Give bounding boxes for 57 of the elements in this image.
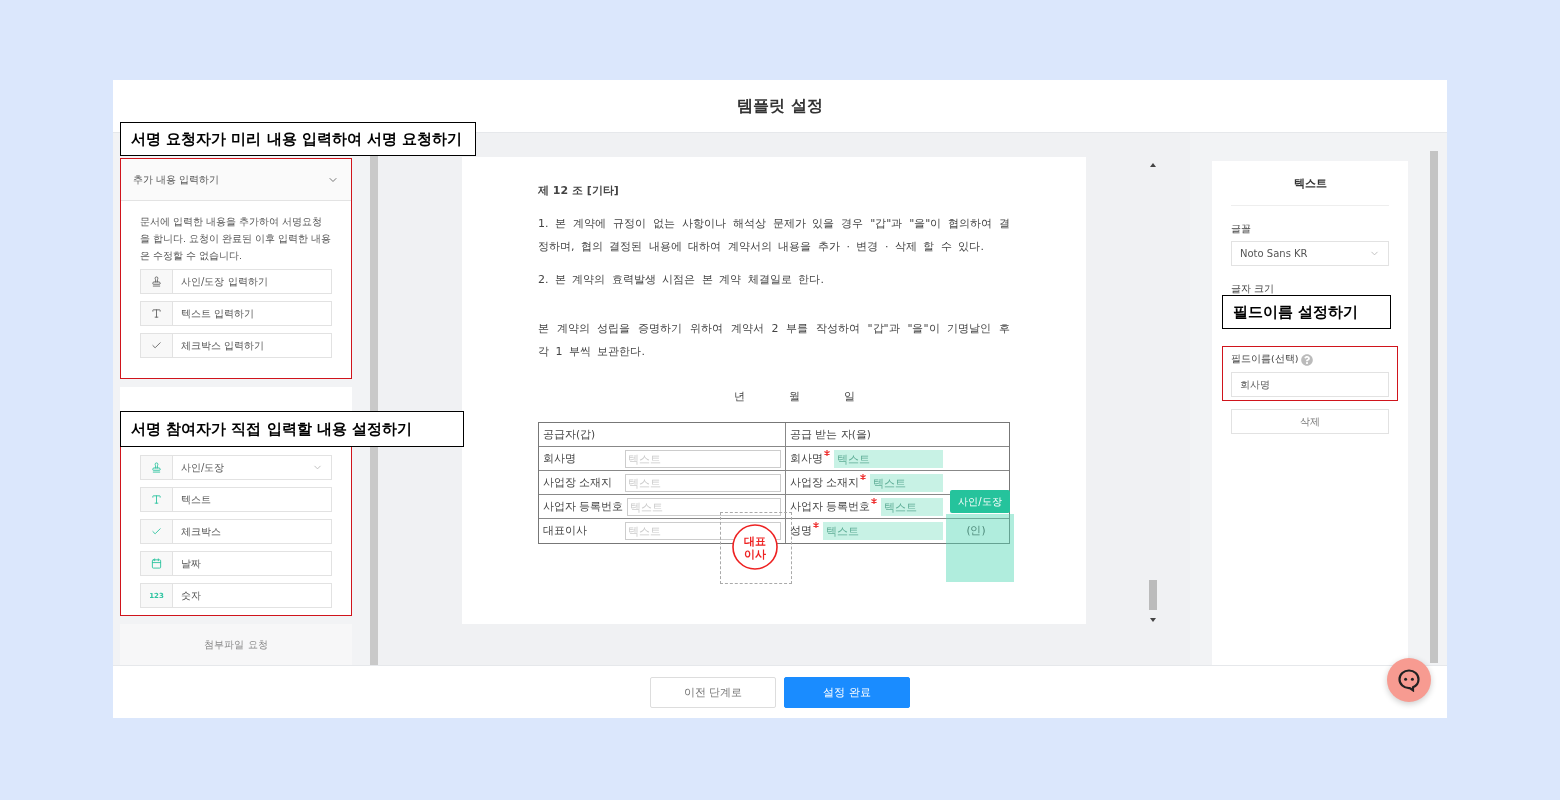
add-field-button[interactable]: 텍스트 입력하기 xyxy=(140,301,332,326)
chat-icon xyxy=(1397,668,1421,692)
add-field-button[interactable]: 사인/도장 입력하기 xyxy=(140,269,332,294)
row-label: 사업자 등록번호 xyxy=(543,499,624,514)
column-header: 공급 받는 자(을) xyxy=(790,427,871,442)
contract-paragraph: 2. 본 계약의 효력발생 시점은 본 계약 체결일로 한다. xyxy=(538,272,825,288)
attachment-panel[interactable]: 첨부파일 요청 xyxy=(120,624,352,665)
text-icon xyxy=(151,494,162,505)
font-label: 글꼴 xyxy=(1231,222,1252,236)
scrollbar[interactable] xyxy=(1430,151,1438,663)
article-heading: 제 12 조 [기타] xyxy=(538,183,620,198)
font-select[interactable]: Noto Sans KR xyxy=(1231,241,1389,266)
previous-button[interactable]: 이전 단계로 xyxy=(650,676,776,708)
font-size-label: 글자 크기 xyxy=(1231,282,1276,296)
chat-button[interactable] xyxy=(1387,658,1431,702)
page-title: 템플릿 설정 xyxy=(737,95,823,117)
field-name-label: 필드이름(선택) xyxy=(1231,353,1299,366)
date-label: 년 xyxy=(733,389,745,404)
row-label: 대표이사 xyxy=(543,524,588,538)
seal-mark: (인) xyxy=(965,524,987,538)
callout-tooltip: 서명 참여자가 직접 입력할 내용 설정하기 xyxy=(120,411,464,447)
text-icon xyxy=(151,308,162,319)
stamp-text: 이사 xyxy=(744,548,766,561)
stamp-icon xyxy=(151,276,162,287)
date-label: 월 xyxy=(788,389,800,404)
row-label: 회사명 xyxy=(790,451,823,466)
complete-button[interactable]: 설정 완료 xyxy=(784,676,910,708)
sign-tooltip: 사인/도장 xyxy=(950,490,1010,513)
panel-title: 텍스트 xyxy=(1231,161,1389,206)
delete-button[interactable]: 삭제 xyxy=(1231,409,1389,434)
attachment-label: 첨부파일 요청 xyxy=(204,637,268,652)
check-icon xyxy=(151,340,162,351)
check-icon xyxy=(151,526,162,537)
row-label: 회사명 xyxy=(543,451,577,466)
row-label: 사업장 소재지 xyxy=(543,475,614,490)
column-header: 공급자(갑) xyxy=(543,427,596,442)
row-label: 사업장 소재지 xyxy=(790,475,860,490)
stamp-icon xyxy=(151,462,162,473)
row-label: 성명 xyxy=(790,524,812,538)
field-type-button[interactable]: 텍스트 xyxy=(140,487,332,512)
stamp-frame[interactable]: 대표 이사 xyxy=(720,512,792,584)
calendar-icon xyxy=(151,558,162,569)
contract-paragraph: 본 계약의 성립을 증명하기 위하여 계약서 2 부를 작성하여 "갑"과 "을"이 기명날인 후 각 1 부씩 보관한다. xyxy=(538,321,1010,360)
field-type-button[interactable]: 사인/도장 xyxy=(140,455,332,480)
add-field-button[interactable]: 체크박스 입력하기 xyxy=(140,333,332,358)
description-text: 문서에 입력한 내용을 추가하여 서명요청을 합니다. 요청이 완료된 이후 입력한 내용은 수정할 수 없습니다. xyxy=(140,215,332,263)
field-type-button[interactable]: 날짜 xyxy=(140,551,332,576)
sign-area[interactable] xyxy=(946,514,1014,582)
contract-paragraph: 1. 본 계약에 규정이 없는 사항이나 해석상 문제가 있을 경우 "갑"과 "을"이 협의하여 결정하며, 협의 결정된 내용에 대하여 계약서의 내용을 추가 · 변경 · 삭제 할 수 있다. xyxy=(538,216,1010,255)
field-name-input[interactable]: 회사명 xyxy=(1231,372,1389,397)
callout-tooltip: 서명 요청자가 미리 내용 입력하여 서명 요청하기 xyxy=(120,122,476,156)
date-label: 일 xyxy=(843,389,855,404)
field-type-button[interactable]: 체크박스 xyxy=(140,519,332,544)
callout-tooltip: 필드이름 설정하기 xyxy=(1222,295,1391,329)
help-icon[interactable] xyxy=(1301,353,1314,366)
accordion-header[interactable]: 추가 내용 입력하기 xyxy=(121,159,351,201)
row-label: 사업자 등록번호 xyxy=(790,499,871,514)
